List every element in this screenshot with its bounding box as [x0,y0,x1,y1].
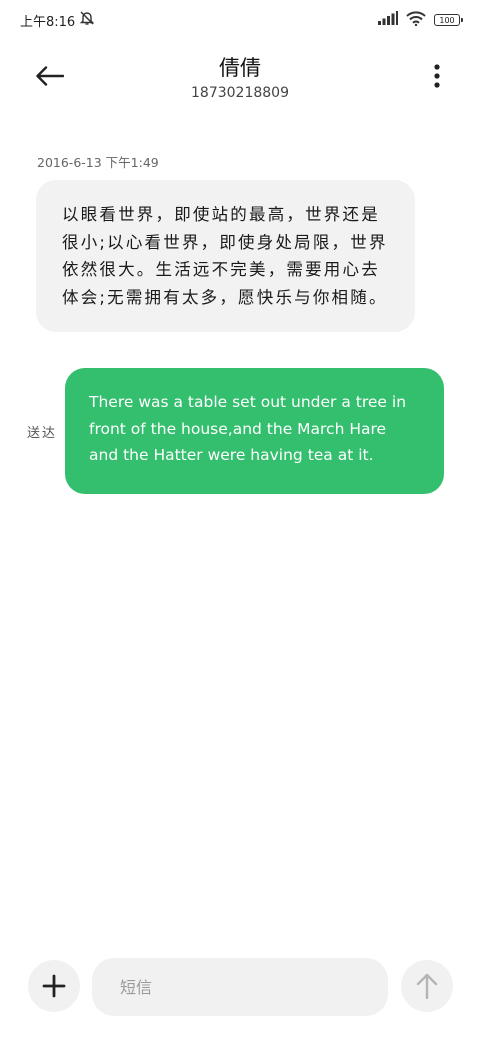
delivery-status: 送达 [27,426,58,441]
message-timestamp: 2016-6-13 下午1:49 [37,155,159,170]
wifi-icon [406,10,426,30]
conversation-header: 倩倩 18730218809 [0,48,480,108]
signal-icon [378,11,398,29]
incoming-message-bubble[interactable]: 以眼看世界，即使站的最高，世界还是很小;以心看世界，即使身处局限，世界依然很大。… [36,180,415,332]
status-bar: 上午8:16 100 [0,0,480,40]
notification-muted-icon [79,10,95,30]
battery-level: 100 [439,15,455,25]
contact-title: 倩倩 18730218809 [0,54,480,102]
status-left: 上午8:16 [20,10,95,30]
more-options-button[interactable] [422,56,452,96]
plus-icon [42,974,66,998]
more-vertical-icon [434,64,440,88]
sms-input[interactable] [92,958,388,1016]
outgoing-message-bubble[interactable]: There was a table set out under a tree i… [65,368,444,494]
status-right: 100 [378,10,463,30]
status-time: 上午8:16 [20,14,76,30]
contact-number: 18730218809 [191,85,289,101]
message-composer [0,958,480,1018]
send-button[interactable] [401,960,453,1012]
arrow-up-icon [416,973,438,999]
contact-name: 倩倩 [219,56,261,80]
add-attachment-button[interactable] [28,960,80,1012]
battery-icon: 100 [434,14,463,26]
